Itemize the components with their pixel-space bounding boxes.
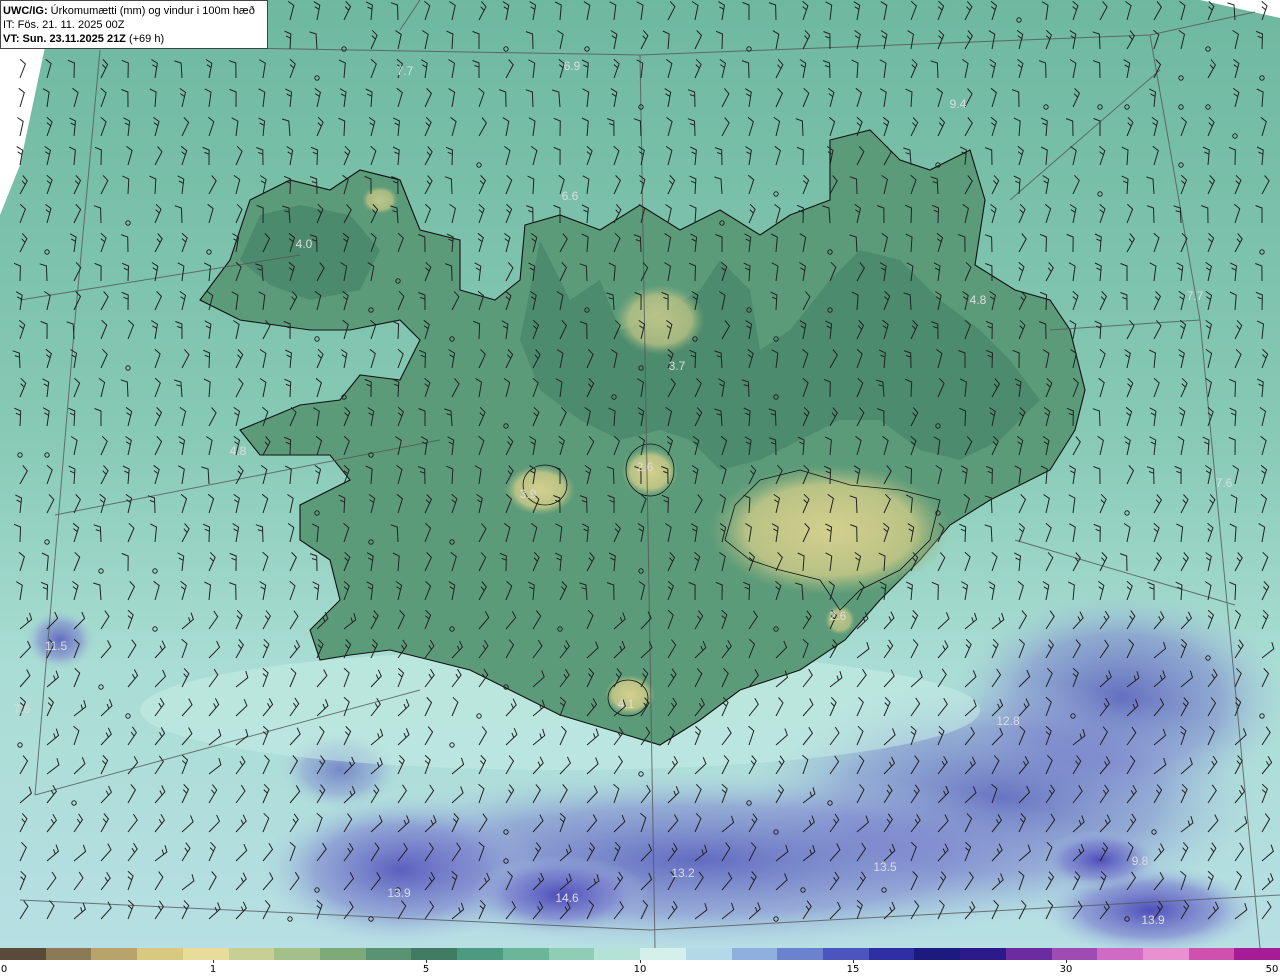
map-header: UWC/IG: Úrkomumætti (mm) og vindur i 100… xyxy=(0,0,268,49)
value-label: 3.7 xyxy=(669,359,686,373)
colorbar-tick: 5 xyxy=(422,964,430,975)
weather-map: 7.7 6.9 6.6 9.4 4.0 4.8 7.7 3.7 4.8 2.6 3.9 7.6 2.6 1… xyxy=(0,0,1280,948)
value-label: 4.8 xyxy=(230,444,247,458)
value-label: 4.0 xyxy=(296,237,313,251)
value-label: 4.8 xyxy=(970,293,987,307)
header-line1: UWC/IG: Úrkomumætti (mm) og vindur i 100… xyxy=(3,4,267,18)
value-label: 11.5 xyxy=(45,639,68,653)
value-label: 14.6 xyxy=(555,891,579,905)
value-label: 13.5 xyxy=(873,860,897,874)
value-label: 6.6 xyxy=(562,189,579,203)
model-label: UWC/IG: xyxy=(3,5,48,17)
colorbar-tick: 50 xyxy=(1265,964,1279,975)
value-label: 2.6 xyxy=(830,609,847,623)
initial-time: IT: Fös. 21. 11. 2025 00Z xyxy=(3,19,125,31)
value-label: 13.2 xyxy=(671,866,695,880)
colorbar-tick: 0 xyxy=(0,964,8,975)
value-label: 7.7 xyxy=(1187,289,1204,303)
value-label: 9.4 xyxy=(950,97,967,111)
lead-time: (+69 h) xyxy=(125,33,165,45)
colorbar-tick: 30 xyxy=(1059,964,1073,975)
value-label: 13.9 xyxy=(1141,913,1165,927)
colorbar-tick: 1 xyxy=(209,964,217,975)
colorbar-tick: 15 xyxy=(846,964,860,975)
valid-time: VT: Sun. 23.11.2025 21Z xyxy=(3,33,126,45)
colorbar-strip xyxy=(0,948,1280,960)
value-label: 12.8 xyxy=(996,714,1020,728)
value-label: 9.8 xyxy=(1132,854,1149,868)
value-label: 6.9 xyxy=(564,59,581,73)
colorbar-tick: 10 xyxy=(633,964,647,975)
value-label: 3.9 xyxy=(520,487,537,501)
value-label: 2.6 xyxy=(637,460,654,474)
value-label: 7.6 xyxy=(14,702,31,716)
field-description: Úrkomumætti (mm) og vindur i 100m hæð xyxy=(47,5,255,17)
value-label: 13.9 xyxy=(387,886,411,900)
header-line3: VT: Sun. 23.11.2025 21Z (+69 h) xyxy=(3,32,267,46)
colorbar: 0 1 5 10 15 30 50 xyxy=(0,948,1280,978)
value-label: 4.1 xyxy=(618,697,635,711)
value-label: 7.6 xyxy=(1216,476,1233,490)
value-label: 7.7 xyxy=(397,64,414,78)
